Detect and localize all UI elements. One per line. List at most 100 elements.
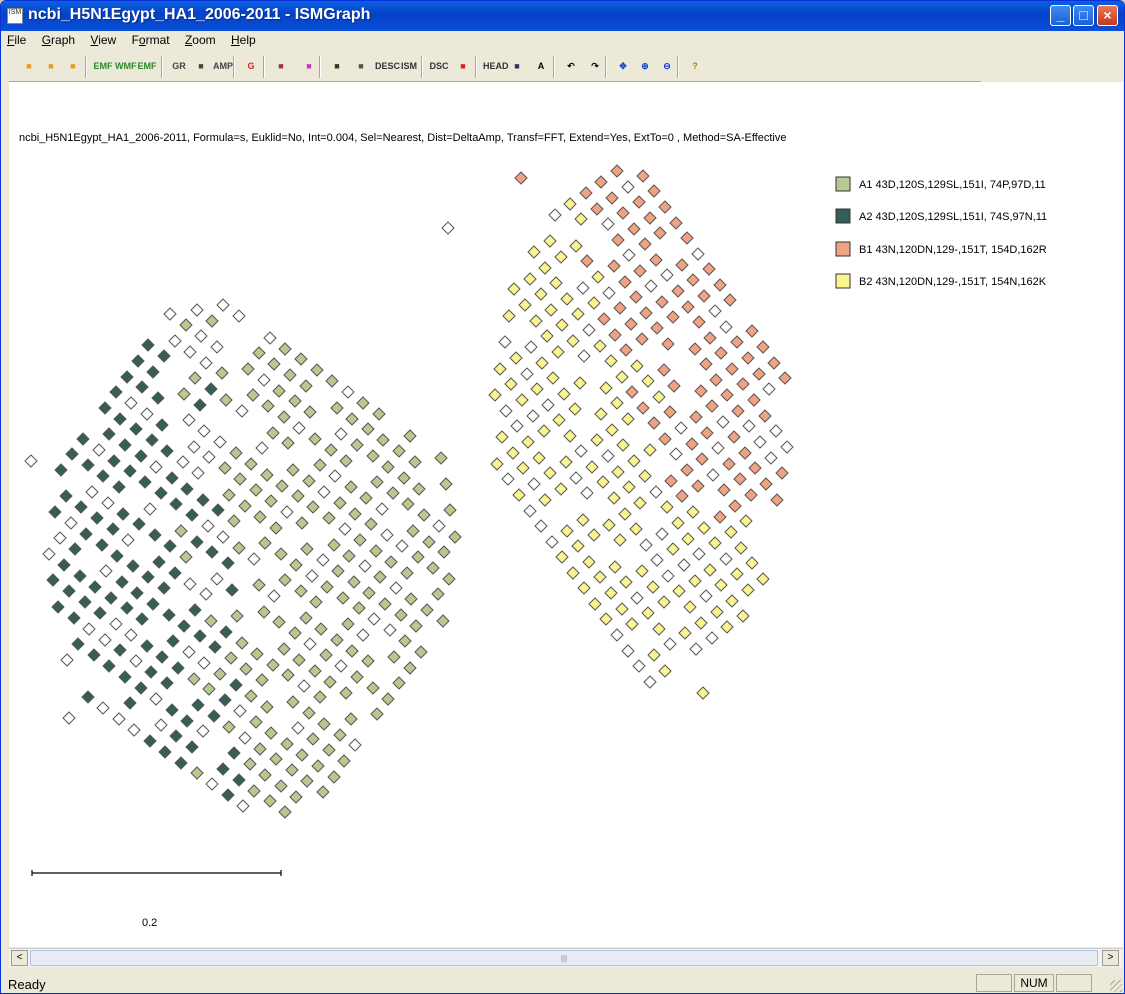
point-a1[interactable] bbox=[431, 587, 445, 601]
point-unassigned[interactable] bbox=[649, 485, 663, 499]
point-b2[interactable] bbox=[643, 443, 657, 457]
point-b1[interactable] bbox=[699, 357, 713, 371]
point-a1[interactable] bbox=[294, 352, 308, 366]
point-a1[interactable] bbox=[324, 443, 338, 457]
point-a1[interactable] bbox=[241, 362, 255, 376]
point-a2[interactable] bbox=[88, 580, 102, 594]
point-a1[interactable] bbox=[353, 533, 367, 547]
point-a1[interactable] bbox=[269, 752, 283, 766]
point-unassigned[interactable] bbox=[534, 519, 548, 533]
point-b2[interactable] bbox=[696, 686, 710, 700]
point-unassigned[interactable] bbox=[708, 304, 722, 318]
point-b1[interactable] bbox=[686, 273, 700, 287]
point-a2[interactable] bbox=[151, 391, 165, 405]
point-a2[interactable] bbox=[81, 458, 95, 472]
point-a1[interactable] bbox=[246, 388, 260, 402]
point-a1[interactable] bbox=[272, 384, 286, 398]
point-unassigned[interactable] bbox=[742, 419, 756, 433]
point-unassigned[interactable] bbox=[201, 519, 215, 533]
point-a2[interactable] bbox=[155, 418, 169, 432]
point-b2[interactable] bbox=[515, 393, 529, 407]
point-unassigned[interactable] bbox=[194, 329, 208, 343]
point-a1[interactable] bbox=[281, 668, 295, 682]
point-b2[interactable] bbox=[633, 496, 647, 510]
point-a1[interactable] bbox=[300, 542, 314, 556]
point-b1[interactable] bbox=[632, 195, 646, 209]
point-a2[interactable] bbox=[211, 503, 225, 517]
point-a2[interactable] bbox=[169, 497, 183, 511]
point-a2[interactable] bbox=[76, 432, 90, 446]
point-b2[interactable] bbox=[658, 664, 672, 678]
point-a1[interactable] bbox=[398, 634, 412, 648]
point-a1[interactable] bbox=[320, 580, 334, 594]
point-a1[interactable] bbox=[244, 457, 258, 471]
point-unassigned[interactable] bbox=[501, 472, 515, 486]
point-unassigned[interactable] bbox=[499, 404, 513, 418]
point-b1[interactable] bbox=[625, 385, 639, 399]
point-unassigned[interactable] bbox=[60, 653, 74, 667]
point-a2[interactable] bbox=[221, 556, 235, 570]
point-unassigned[interactable] bbox=[205, 777, 219, 791]
point-b1[interactable] bbox=[633, 264, 647, 278]
point-unassigned[interactable] bbox=[602, 286, 616, 300]
point-a2[interactable] bbox=[166, 634, 180, 648]
point-b2[interactable] bbox=[551, 345, 565, 359]
point-unassigned[interactable] bbox=[545, 535, 559, 549]
point-a1[interactable] bbox=[442, 572, 456, 586]
point-unassigned[interactable] bbox=[375, 502, 389, 516]
point-a1[interactable] bbox=[229, 446, 243, 460]
point-unassigned[interactable] bbox=[523, 504, 537, 518]
point-unassigned[interactable] bbox=[121, 533, 135, 547]
point-a2[interactable] bbox=[48, 505, 62, 519]
point-a2[interactable] bbox=[155, 650, 169, 664]
point-b2[interactable] bbox=[532, 451, 546, 465]
point-a1[interactable] bbox=[188, 371, 202, 385]
point-b2[interactable] bbox=[638, 469, 652, 483]
point-a1[interactable] bbox=[406, 524, 420, 538]
point-unassigned[interactable] bbox=[389, 581, 403, 595]
point-b2[interactable] bbox=[635, 564, 649, 578]
point-unassigned[interactable] bbox=[661, 569, 675, 583]
point-b2[interactable] bbox=[725, 594, 739, 608]
point-unassigned[interactable] bbox=[526, 409, 540, 423]
point-a1[interactable] bbox=[381, 692, 395, 706]
point-a2[interactable] bbox=[145, 433, 159, 447]
point-unassigned[interactable] bbox=[168, 334, 182, 348]
point-a2[interactable] bbox=[168, 566, 182, 580]
point-b2[interactable] bbox=[577, 581, 591, 595]
point-a1[interactable] bbox=[361, 654, 375, 668]
point-b1[interactable] bbox=[736, 377, 750, 391]
point-a1[interactable] bbox=[373, 570, 387, 584]
point-b2[interactable] bbox=[593, 339, 607, 353]
point-b2[interactable] bbox=[703, 563, 717, 577]
point-a2[interactable] bbox=[81, 690, 95, 704]
point-a1[interactable] bbox=[277, 642, 291, 656]
point-a2[interactable] bbox=[208, 640, 222, 654]
point-a1[interactable] bbox=[314, 622, 328, 636]
point-b2[interactable] bbox=[605, 423, 619, 437]
point-a1[interactable] bbox=[319, 648, 333, 662]
point-a1[interactable] bbox=[235, 636, 249, 650]
point-a2[interactable] bbox=[134, 449, 148, 463]
point-unassigned[interactable] bbox=[621, 180, 635, 194]
point-b1[interactable] bbox=[636, 401, 650, 415]
point-a2[interactable] bbox=[144, 665, 158, 679]
point-a1[interactable] bbox=[222, 488, 236, 502]
point-a2[interactable] bbox=[221, 788, 235, 802]
point-b1[interactable] bbox=[624, 317, 638, 331]
point-unassigned[interactable] bbox=[149, 692, 163, 706]
point-a2[interactable] bbox=[135, 612, 149, 626]
scroll-thumb[interactable]: ||| bbox=[30, 950, 1098, 966]
point-unassigned[interactable] bbox=[191, 466, 205, 480]
point-a1[interactable] bbox=[218, 461, 232, 475]
point-a2[interactable] bbox=[112, 480, 126, 494]
point-b2[interactable] bbox=[681, 532, 695, 546]
point-a2[interactable] bbox=[143, 734, 157, 748]
point-b2[interactable] bbox=[538, 493, 552, 507]
point-b2[interactable] bbox=[646, 580, 660, 594]
point-a1[interactable] bbox=[179, 550, 193, 564]
point-b2[interactable] bbox=[593, 570, 607, 584]
point-b1[interactable] bbox=[691, 479, 705, 493]
point-b2[interactable] bbox=[678, 626, 692, 640]
point-a2[interactable] bbox=[102, 427, 116, 441]
